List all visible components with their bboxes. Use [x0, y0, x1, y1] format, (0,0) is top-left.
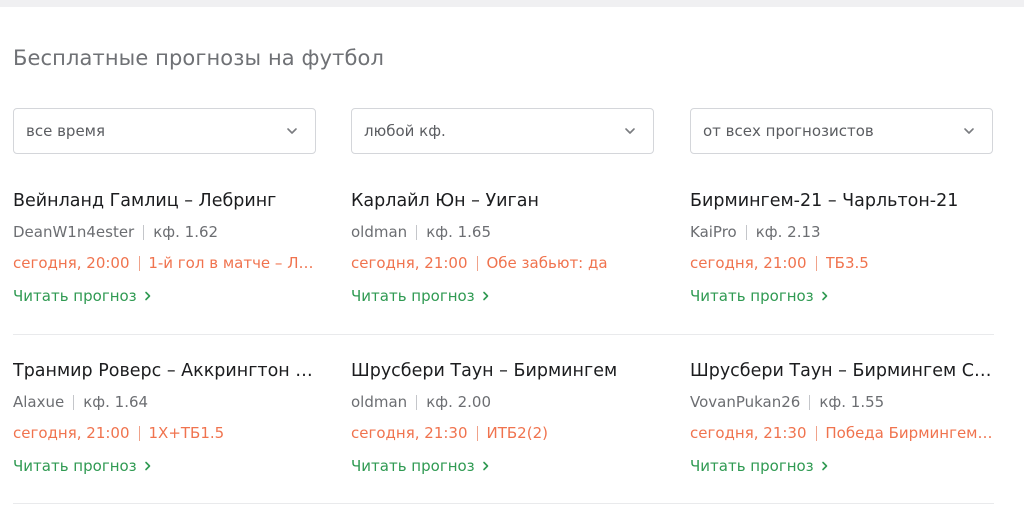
- tip-text: 1Х+ТБ1.5: [148, 424, 225, 442]
- row-divider: [13, 503, 994, 504]
- match-title[interactable]: Транмир Роверс – Аккрингтон Стэнли: [13, 359, 318, 383]
- author-name[interactable]: Alaxue: [13, 391, 64, 413]
- read-link-label: Читать прогноз: [690, 457, 814, 475]
- read-prediction-link[interactable]: Читать прогноз: [13, 285, 318, 307]
- prediction-card: Карлайл Юн – Уиган oldman кф. 1.65 сегодн…: [351, 189, 656, 307]
- read-prediction-link[interactable]: Читать прогноз: [690, 455, 995, 477]
- tip-separator: [138, 425, 140, 441]
- match-title[interactable]: Шрусбери Таун – Бирмингем Сити: [690, 359, 995, 383]
- prediction-tip: сегодня, 21:00 Обе забьют: да: [351, 252, 656, 274]
- meta-separator: [809, 394, 811, 410]
- match-title[interactable]: Шрусбери Таун – Бирмингем: [351, 359, 656, 383]
- read-prediction-link[interactable]: Читать прогноз: [351, 285, 656, 307]
- read-link-label: Читать прогноз: [13, 457, 137, 475]
- chevron-right-icon: [821, 461, 827, 471]
- match-title[interactable]: Карлайл Юн – Уиган: [351, 189, 656, 213]
- read-prediction-link[interactable]: Читать прогноз: [690, 285, 995, 307]
- match-time: сегодня, 21:30: [690, 424, 807, 442]
- meta-separator: [416, 224, 418, 240]
- prediction-card: Транмир Роверс – Аккрингтон Стэнли Alaxu…: [13, 359, 318, 477]
- tip-text: ИТБ2(2): [486, 424, 548, 442]
- prediction-meta: VovanPukan26 кф. 1.55: [690, 391, 995, 413]
- filter-period-label: все время: [26, 122, 106, 140]
- read-link-label: Читать прогноз: [351, 287, 475, 305]
- match-time: сегодня, 21:00: [13, 424, 130, 442]
- match-time: сегодня, 21:00: [351, 254, 468, 272]
- odds-value: кф. 2.13: [755, 223, 821, 241]
- odds-value: кф. 1.62: [153, 223, 219, 241]
- read-prediction-link[interactable]: Читать прогноз: [13, 455, 318, 477]
- tip-text: ТБ3.5: [825, 254, 869, 272]
- filter-odds-label: любой кф.: [364, 122, 446, 140]
- row-divider: [13, 334, 994, 335]
- author-name[interactable]: oldman: [351, 221, 407, 243]
- chevron-right-icon: [482, 461, 488, 471]
- meta-separator: [416, 394, 418, 410]
- filter-tipster-label: от всех прогнозистов: [703, 122, 874, 140]
- prediction-meta: oldman кф. 1.65: [351, 221, 656, 243]
- prediction-card: Шрусбери Таун – Бирмингем oldman кф. 2.00…: [351, 359, 656, 477]
- tip-text: Обе забьют: да: [486, 254, 608, 272]
- filter-odds-dropdown[interactable]: любой кф.: [351, 108, 654, 154]
- author-name[interactable]: VovanPukan26: [690, 391, 800, 413]
- prediction-tip: сегодня, 21:00 ТБ3.5: [690, 252, 995, 274]
- odds-value: кф. 1.64: [83, 393, 149, 411]
- odds-value: кф. 1.65: [426, 223, 492, 241]
- top-strip: [0, 0, 1024, 7]
- prediction-tip: сегодня, 21:00 1Х+ТБ1.5: [13, 422, 318, 444]
- prediction-tip: сегодня, 21:30 Победа Бирмингем Сити: [690, 422, 995, 444]
- match-title[interactable]: Вейнланд Гамлиц – Лебринг: [13, 189, 318, 213]
- match-title[interactable]: Бирмингем-21 – Чарльтон-21: [690, 189, 995, 213]
- tip-separator: [476, 255, 478, 271]
- chevron-right-icon: [821, 291, 827, 301]
- read-link-label: Читать прогноз: [351, 457, 475, 475]
- prediction-meta: DeanW1n4ester кф. 1.62: [13, 221, 318, 243]
- odds-value: кф. 2.00: [426, 393, 492, 411]
- tip-separator: [476, 425, 478, 441]
- match-time: сегодня, 21:00: [690, 254, 807, 272]
- odds-value: кф. 1.55: [819, 393, 885, 411]
- tip-text: 1-й гол в матче – Лебринг: [148, 254, 318, 272]
- prediction-tip: сегодня, 20:00 1-й гол в матче – Лебринг: [13, 252, 318, 274]
- page-title: Бесплатные прогнозы на футбол: [13, 46, 384, 70]
- tip-separator: [815, 425, 817, 441]
- chevron-right-icon: [482, 291, 488, 301]
- filter-tipster-dropdown[interactable]: от всех прогнозистов: [690, 108, 993, 154]
- author-name[interactable]: KaiPro: [690, 221, 737, 243]
- prediction-card: Бирмингем-21 – Чарльтон-21 KaiPro кф. 2.1…: [690, 189, 995, 307]
- prediction-meta: Alaxue кф. 1.64: [13, 391, 318, 413]
- read-link-label: Читать прогноз: [13, 287, 137, 305]
- prediction-card: Шрусбери Таун – Бирмингем Сити VovanPuka…: [690, 359, 995, 477]
- meta-separator: [73, 394, 75, 410]
- read-prediction-link[interactable]: Читать прогноз: [351, 455, 656, 477]
- prediction-card: Вейнланд Гамлиц – Лебринг DeanW1n4ester к…: [13, 189, 318, 307]
- tip-separator: [138, 255, 140, 271]
- meta-separator: [143, 224, 145, 240]
- chevron-down-icon: [964, 128, 974, 134]
- read-link-label: Читать прогноз: [690, 287, 814, 305]
- match-time: сегодня, 21:30: [351, 424, 468, 442]
- prediction-meta: oldman кф. 2.00: [351, 391, 656, 413]
- author-name[interactable]: oldman: [351, 391, 407, 413]
- tip-separator: [815, 255, 817, 271]
- chevron-right-icon: [144, 461, 150, 471]
- chevron-right-icon: [144, 291, 150, 301]
- tip-text: Победа Бирмингем Сити: [825, 424, 995, 442]
- prediction-tip: сегодня, 21:30 ИТБ2(2): [351, 422, 656, 444]
- author-name[interactable]: DeanW1n4ester: [13, 221, 134, 243]
- chevron-down-icon: [625, 128, 635, 134]
- prediction-meta: KaiPro кф. 2.13: [690, 221, 995, 243]
- filter-period-dropdown[interactable]: все время: [13, 108, 316, 154]
- match-time: сегодня, 20:00: [13, 254, 130, 272]
- chevron-down-icon: [287, 128, 297, 134]
- meta-separator: [745, 224, 747, 240]
